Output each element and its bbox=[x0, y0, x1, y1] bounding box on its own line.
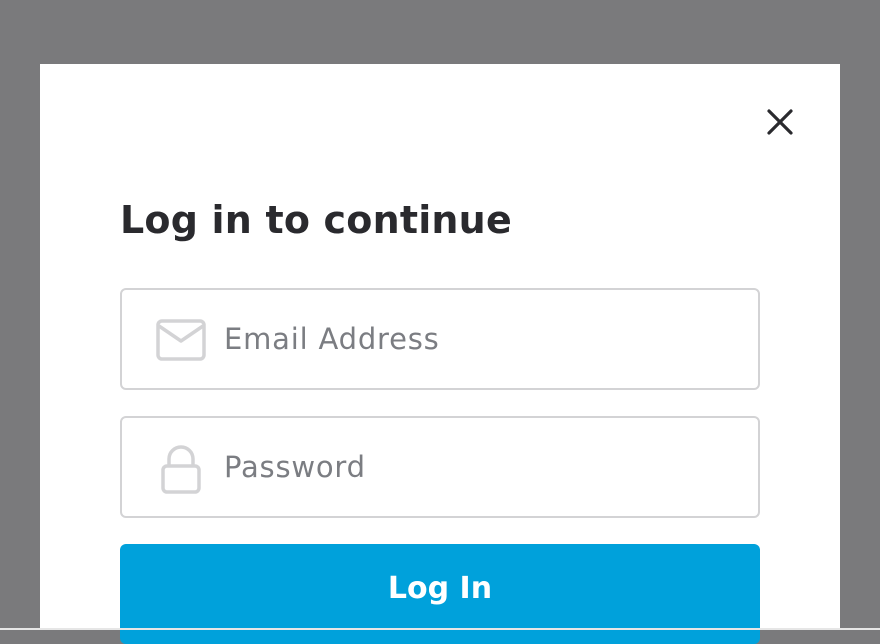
envelope-icon bbox=[156, 318, 206, 362]
email-field[interactable] bbox=[120, 288, 760, 390]
password-field[interactable] bbox=[120, 416, 760, 518]
login-modal: Log in to continue Log In bbox=[40, 64, 840, 644]
close-icon bbox=[767, 109, 793, 135]
close-button[interactable] bbox=[764, 106, 796, 138]
email-input[interactable] bbox=[224, 290, 724, 388]
lock-icon bbox=[156, 445, 206, 494]
modal-title: Log in to continue bbox=[120, 198, 512, 242]
password-input[interactable] bbox=[224, 418, 724, 516]
